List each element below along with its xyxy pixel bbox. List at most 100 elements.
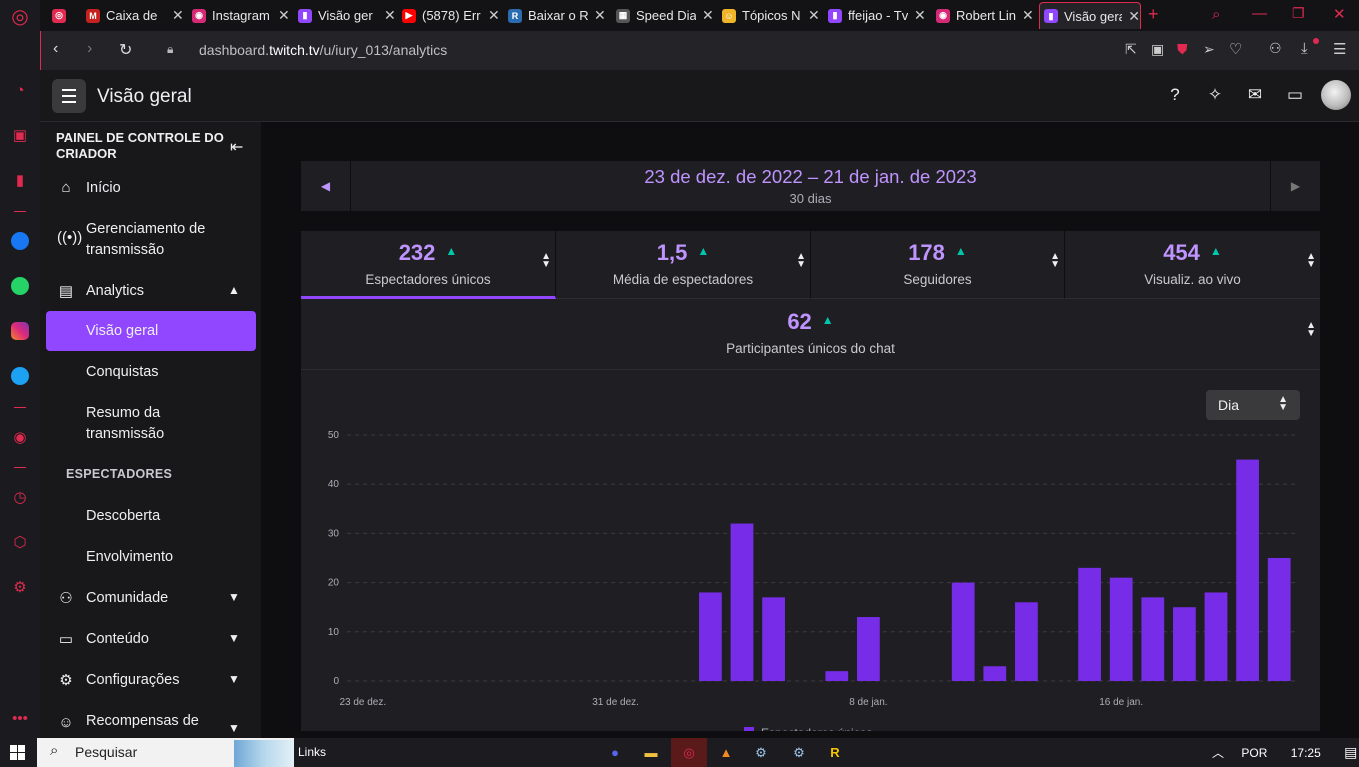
sidebar-item-resumo[interactable]: Resumo da transmissão bbox=[40, 403, 261, 445]
windows-taskbar: ⌕ Pesquisar Links ● ▬ ◎ ▲ ⚙ ⚙ R ︿ POR 17… bbox=[0, 738, 1359, 767]
browser-tab[interactable]: M Caixa de ✕ bbox=[86, 2, 186, 29]
twitter-icon[interactable] bbox=[8, 364, 32, 388]
history-icon[interactable]: ◷ bbox=[8, 485, 32, 509]
chart-bar bbox=[857, 617, 880, 681]
easy-setup-icon[interactable]: ☰ bbox=[1333, 40, 1346, 58]
forward-icon[interactable]: › bbox=[87, 40, 92, 58]
browser-tab[interactable]: ◉ Instagram ✕ bbox=[192, 2, 292, 29]
sparkle-icon[interactable]: ✧ bbox=[1204, 84, 1226, 106]
sidebar-item-descoberta[interactable]: Descoberta bbox=[40, 506, 261, 528]
send-icon[interactable]: ➢ bbox=[1203, 41, 1215, 58]
file-explorer-icon[interactable]: ▬ bbox=[638, 741, 664, 764]
url-prefix: dashboard. bbox=[199, 42, 270, 58]
share-icon[interactable]: ⇱ bbox=[1125, 41, 1137, 58]
sidebar-item-analytics[interactable]: ▤ Analytics ▲ bbox=[40, 281, 261, 303]
sidebar-item-conquistas[interactable]: Conquistas bbox=[40, 362, 261, 384]
content-icon: ▭ bbox=[58, 631, 74, 648]
sidebar-item-recompensas[interactable]: ☺ Recompensas de ▼ bbox=[40, 711, 261, 735]
links-toolbar[interactable]: Links bbox=[298, 745, 326, 759]
address-bar: ‹ › ↻ 🔒︎ dashboard.twitch.tv/u/iury_013/… bbox=[40, 31, 1359, 70]
tab-close-icon[interactable]: ✕ bbox=[702, 7, 714, 24]
app-launcher-icon[interactable]: ▲ bbox=[713, 741, 739, 764]
whatsapp-icon[interactable] bbox=[8, 274, 32, 298]
new-tab-button[interactable]: + bbox=[1148, 4, 1159, 25]
next-period-button[interactable]: ▶ bbox=[1270, 161, 1320, 211]
help-icon[interactable]: ? bbox=[1164, 84, 1186, 106]
player-icon[interactable]: ◉ bbox=[8, 425, 32, 449]
browser-tab[interactable]: R Baixar o R ✕ bbox=[508, 2, 608, 29]
sidebar-subitem-visao-geral[interactable]: Visão geral bbox=[40, 321, 261, 343]
clock[interactable]: 17:25 bbox=[1291, 746, 1321, 760]
discord-icon[interactable]: ● bbox=[602, 741, 628, 764]
settings-gear-icon[interactable]: ⚙ bbox=[8, 575, 32, 599]
date-range-label[interactable]: 23 de dez. de 2022 – 21 de jan. de 2023 bbox=[351, 166, 1270, 188]
heart-icon[interactable]: ♡ bbox=[1229, 40, 1242, 58]
sidebar-item-comunidade[interactable]: ⚇ Comunidade ▼ bbox=[40, 588, 261, 610]
tab-close-icon[interactable]: ✕ bbox=[384, 7, 396, 24]
speed-dial-icon[interactable]: ◔ bbox=[8, 78, 32, 102]
rockstar-icon[interactable]: R bbox=[822, 741, 848, 764]
minimize-icon[interactable]: — bbox=[1252, 5, 1267, 22]
browser-tab[interactable]: ▮ ffeijao - Tv ✕ bbox=[828, 2, 928, 29]
opera-taskbar-icon[interactable]: ◎ bbox=[671, 738, 707, 767]
opera-logo-icon[interactable]: ◎ bbox=[8, 4, 32, 28]
download-icon[interactable]: ⤓ bbox=[1301, 40, 1308, 57]
sidebar-item-conteudo[interactable]: ▭ Conteúdo ▼ bbox=[40, 629, 261, 651]
collapse-sidebar-icon[interactable]: ⇤ bbox=[230, 137, 243, 157]
adblock-shield-icon[interactable]: ⛊ bbox=[1177, 41, 1188, 58]
browser-tab[interactable]: ◉ Robert Lin ✕ bbox=[936, 2, 1036, 29]
previous-period-button[interactable]: ◀ bbox=[301, 161, 351, 211]
tab-close-icon[interactable]: ✕ bbox=[1022, 7, 1034, 24]
browser-tab[interactable]: ▦ Speed Dia ✕ bbox=[616, 2, 716, 29]
browser-tab[interactable]: ☺ Tópicos N ✕ bbox=[722, 2, 822, 29]
profile-icon[interactable]: ⚇ bbox=[1269, 40, 1282, 57]
sidebar-item-inicio[interactable]: ⌂ Início bbox=[40, 178, 261, 200]
windows-start-icon[interactable] bbox=[10, 745, 25, 760]
more-dots-icon[interactable]: ••• bbox=[8, 706, 32, 730]
tab-close-icon[interactable]: ✕ bbox=[278, 7, 290, 24]
steam-alt-icon[interactable]: ⚙ bbox=[786, 741, 812, 764]
avatar[interactable] bbox=[1321, 80, 1351, 110]
restore-icon[interactable]: ❐ bbox=[1292, 5, 1305, 22]
tab-close-icon[interactable]: ✕ bbox=[488, 7, 500, 24]
language-indicator[interactable]: POR bbox=[1241, 746, 1267, 760]
instagram-icon[interactable] bbox=[8, 319, 32, 343]
lock-icon: 🔒︎ bbox=[167, 42, 174, 56]
chart-bar bbox=[1204, 592, 1228, 681]
back-icon[interactable]: ‹ bbox=[53, 40, 58, 58]
twitch-icon[interactable]: ▮ bbox=[8, 168, 32, 192]
tab-title: (5878) Err bbox=[422, 8, 481, 23]
notifications-icon[interactable]: ▤ bbox=[1344, 744, 1357, 760]
whispers-icon[interactable]: ▭ bbox=[1284, 84, 1306, 106]
dashboard-header: Visão geral ? ✧ ✉ ▭ bbox=[40, 70, 1359, 122]
tab-close-icon[interactable]: ✕ bbox=[914, 7, 926, 24]
chart-bar bbox=[1109, 577, 1133, 681]
sidebar-item-envolvimento[interactable]: Envolvimento bbox=[40, 547, 261, 569]
tab-title: Speed Dia bbox=[636, 8, 696, 23]
messenger-icon[interactable] bbox=[8, 229, 32, 253]
browser-tab[interactable]: ▮ Visão gera ✕ bbox=[1039, 2, 1141, 29]
tab-close-icon[interactable]: ✕ bbox=[172, 7, 184, 24]
sidebar-item-gerenciamento[interactable]: ((•)) Gerenciamento de transmissão bbox=[40, 219, 261, 261]
sidebar-item-configuracoes[interactable]: ⚙ Configurações ▼ bbox=[40, 670, 261, 692]
steam-icon[interactable]: ⚙ bbox=[748, 741, 774, 764]
tray-chevron-icon[interactable]: ︿ bbox=[1212, 746, 1224, 760]
inbox-icon[interactable]: ✉ bbox=[1244, 84, 1266, 106]
close-window-icon[interactable]: ✕ bbox=[1333, 5, 1346, 23]
browser-tab[interactable]: ▶ (5878) Err ✕ bbox=[402, 2, 502, 29]
reload-icon[interactable]: ↻ bbox=[119, 40, 132, 60]
tab-close-icon[interactable]: ✕ bbox=[1128, 8, 1140, 25]
sidebar-item-label: Comunidade bbox=[86, 590, 169, 606]
extensions-icon[interactable]: ⬡ bbox=[8, 530, 32, 554]
workspace-tab[interactable]: ◎ bbox=[52, 2, 76, 29]
snapshot-icon[interactable]: ▣ bbox=[1151, 41, 1164, 58]
taskbar-search[interactable]: ⌕ Pesquisar bbox=[37, 738, 294, 767]
bag-icon[interactable]: ▣ bbox=[8, 123, 32, 147]
url-domain: twitch.tv bbox=[269, 42, 320, 58]
menu-button[interactable] bbox=[52, 79, 86, 113]
tab-search-icon[interactable]: ⌕ bbox=[1212, 6, 1220, 23]
tab-close-icon[interactable]: ✕ bbox=[594, 7, 606, 24]
url-field[interactable]: dashboard.twitch.tv/u/iury_013/analytics bbox=[199, 42, 447, 58]
tab-close-icon[interactable]: ✕ bbox=[808, 7, 820, 24]
browser-tab[interactable]: ▮ Visão ger ✕ bbox=[298, 2, 398, 29]
